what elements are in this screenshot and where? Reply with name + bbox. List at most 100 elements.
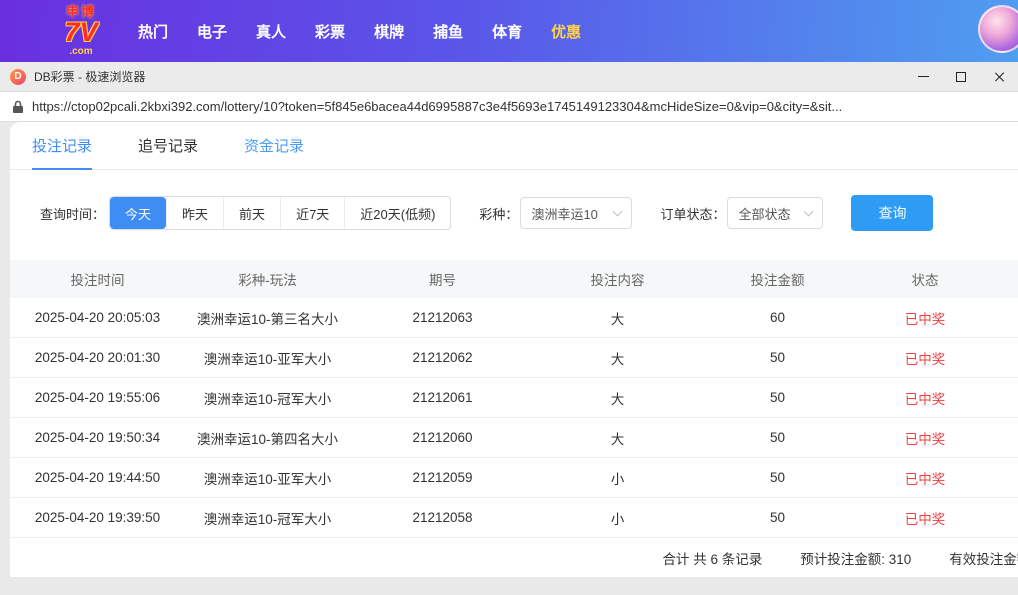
lottery-play-cell: 澳洲幸运10-亚军大小: [203, 351, 332, 367]
lottery-select-value: 澳洲幸运10: [531, 206, 598, 222]
page-background: 投注记录 追号记录 资金记录 查询时间： 今天 昨天 前天 近7天 近20天(低频) 彩种：…: [0, 122, 1018, 595]
table-row: 2025-04-20 19:55:06 澳洲幸运10-冠军大小 21212061 大 5…: [10, 378, 1018, 418]
issue-number-cell: 21212062: [412, 350, 473, 365]
time-option-近7天[interactable]: 近7天: [280, 197, 344, 229]
site-topbar: 申博 7V .com 热门 电子 真人 彩票 棋牌 捕鱼 体育 优惠: [0, 0, 1018, 62]
tab-投注记录[interactable]: 投注记录: [32, 122, 93, 170]
address-bar: https://ctop02pcali.2kbxi392.com/lottery…: [0, 92, 1018, 122]
nav-item-彩票[interactable]: 彩票: [315, 21, 345, 42]
site-logo[interactable]: 申博 7V .com: [50, 5, 112, 57]
bet-time-cell: 2025-04-20 20:05:03: [34, 310, 161, 325]
column-header: 期号: [429, 273, 456, 288]
bet-time-cell: 2025-04-20 19:44:50: [34, 470, 161, 485]
table-header-row: 投注时间 彩种-玩法 期号 投注内容 投注金额 状态: [10, 260, 1018, 298]
bet-amount-cell: 50: [769, 470, 786, 485]
tab-资金记录[interactable]: 资金记录: [244, 122, 304, 169]
table-row: 2025-04-20 19:44:50 澳洲幸运10-亚军大小 21212059 小 5…: [10, 458, 1018, 498]
status-cell: 已中奖: [904, 311, 946, 327]
time-option-近20天(低频)[interactable]: 近20天(低频): [344, 197, 450, 229]
bet-amount-cell: 50: [769, 430, 786, 445]
time-option-前天[interactable]: 前天: [223, 197, 280, 229]
table-row: 2025-04-20 20:01:30 澳洲幸运10-亚军大小 21212062 大 5…: [10, 338, 1018, 378]
bet-content-cell: 大: [610, 311, 625, 327]
nav-item-棋牌[interactable]: 棋牌: [374, 21, 404, 42]
nav-item-捕鱼[interactable]: 捕鱼: [433, 21, 463, 42]
column-header: 投注时间: [70, 273, 125, 288]
window-controls: [904, 62, 1018, 91]
status-cell: 已中奖: [904, 511, 946, 527]
table-footer: 合计 共 6 条记录 预计投注金额: 310 有效投注金额:: [10, 538, 1018, 578]
nav-item-真人[interactable]: 真人: [256, 21, 286, 42]
footer-total: 合计 共 6 条记录: [662, 551, 763, 567]
footer-expected-amount: 预计投注金额: 310: [800, 551, 912, 567]
time-range-group: 今天 昨天 前天 近7天 近20天(低频): [109, 196, 452, 230]
bet-amount-cell: 60: [769, 310, 786, 325]
bet-content-cell: 大: [610, 391, 625, 407]
table-row: 2025-04-20 19:50:34 澳洲幸运10-第四名大小 21212060 大…: [10, 418, 1018, 458]
order-status-value: 全部状态: [738, 206, 791, 222]
table-body: 2025-04-20 20:05:03 澳洲幸运10-第三名大小 21212063 大…: [10, 298, 1018, 538]
issue-number-cell: 21212060: [412, 430, 473, 445]
tab-追号记录[interactable]: 追号记录: [138, 122, 198, 169]
nav-item-体育[interactable]: 体育: [492, 21, 522, 42]
status-cell: 已中奖: [904, 471, 946, 487]
browser-titlebar: D DB彩票 - 极速浏览器: [0, 62, 1018, 92]
chevron-down-icon: [804, 206, 814, 217]
lottery-play-cell: 澳洲幸运10-第四名大小: [196, 431, 338, 447]
column-header: 状态: [911, 273, 939, 288]
issue-number-cell: 21212058: [412, 510, 473, 525]
browser-window: 申博 7V .com 热门 电子 真人 彩票 棋牌 捕鱼 体育 优惠 D DB彩票 - 极速浏…: [0, 0, 1018, 595]
table-row: 2025-04-20 19:39:50 澳洲幸运10-冠军大小 21212058 小 5…: [10, 498, 1018, 538]
column-header: 投注金额: [750, 273, 805, 288]
issue-number-cell: 21212059: [412, 470, 473, 485]
bet-time-cell: 2025-04-20 19:55:06: [34, 390, 161, 405]
lottery-filter-label: 彩种：: [479, 206, 519, 222]
logo-text-domain: .com: [69, 45, 93, 57]
bet-content-cell: 小: [610, 471, 625, 487]
browser-favicon-icon: D: [10, 68, 26, 85]
window-title: DB彩票 - 极速浏览器: [34, 70, 146, 84]
bet-amount-cell: 50: [769, 390, 786, 405]
bet-time-cell: 2025-04-20 20:01:30: [34, 350, 161, 365]
lottery-play-cell: 澳洲幸运10-第三名大小: [196, 311, 338, 327]
search-button[interactable]: 查询: [851, 195, 934, 231]
records-card: 投注记录 追号记录 资金记录 查询时间： 今天 昨天 前天 近7天 近20天(低频) 彩种：…: [10, 122, 1018, 578]
time-option-昨天[interactable]: 昨天: [166, 197, 223, 229]
bet-amount-cell: 50: [769, 350, 786, 365]
status-filter-label: 订单状态：: [660, 206, 726, 222]
minimize-icon: [917, 76, 929, 77]
minimize-button[interactable]: [904, 62, 942, 91]
logo-text-main: 7V: [64, 17, 98, 48]
nav-item-热门[interactable]: 热门: [138, 21, 168, 42]
bet-time-cell: 2025-04-20 19:50:34: [34, 430, 161, 445]
filter-bar: 查询时间： 今天 昨天 前天 近7天 近20天(低频) 彩种： 澳洲幸运10 订单状态：…: [40, 195, 1018, 231]
lottery-play-cell: 澳洲幸运10-冠军大小: [203, 511, 332, 527]
maximize-icon: [956, 71, 966, 82]
lottery-play-cell: 澳洲幸运10-冠军大小: [203, 391, 332, 407]
status-cell: 已中奖: [904, 431, 946, 447]
time-filter-label: 查询时间：: [40, 206, 106, 222]
issue-number-cell: 21212063: [412, 310, 473, 325]
top-nav: 热门 电子 真人 彩票 棋牌 捕鱼 体育 优惠: [138, 21, 581, 42]
bet-content-cell: 大: [610, 351, 625, 367]
nav-item-优惠[interactable]: 优惠: [551, 21, 581, 42]
table-row: 2025-04-20 20:05:03 澳洲幸运10-第三名大小 21212063 大…: [10, 298, 1018, 338]
order-status-select[interactable]: 全部状态: [727, 197, 824, 229]
logo-text-top: 申博: [65, 3, 96, 19]
footer-valid-amount: 有效投注金额:: [949, 551, 1018, 567]
maximize-button[interactable]: [942, 62, 980, 91]
column-header: 彩种-玩法: [238, 273, 297, 288]
close-button[interactable]: [980, 62, 1018, 91]
bet-content-cell: 大: [610, 431, 625, 447]
time-option-今天[interactable]: 今天: [110, 197, 167, 229]
column-header: 投注内容: [590, 273, 645, 288]
nav-item-电子[interactable]: 电子: [197, 21, 227, 42]
bet-content-cell: 小: [610, 511, 625, 527]
close-icon: [993, 71, 1005, 83]
user-avatar[interactable]: [978, 5, 1018, 53]
bet-records-table: 投注时间 彩种-玩法 期号 投注内容 投注金额 状态 2025-04-20 20:05:0…: [10, 260, 1018, 578]
lottery-select[interactable]: 澳洲幸运10: [520, 197, 633, 229]
lock-icon: [13, 100, 23, 113]
bet-amount-cell: 50: [769, 510, 786, 525]
url-field[interactable]: https://ctop02pcali.2kbxi392.com/lottery…: [32, 99, 1006, 114]
